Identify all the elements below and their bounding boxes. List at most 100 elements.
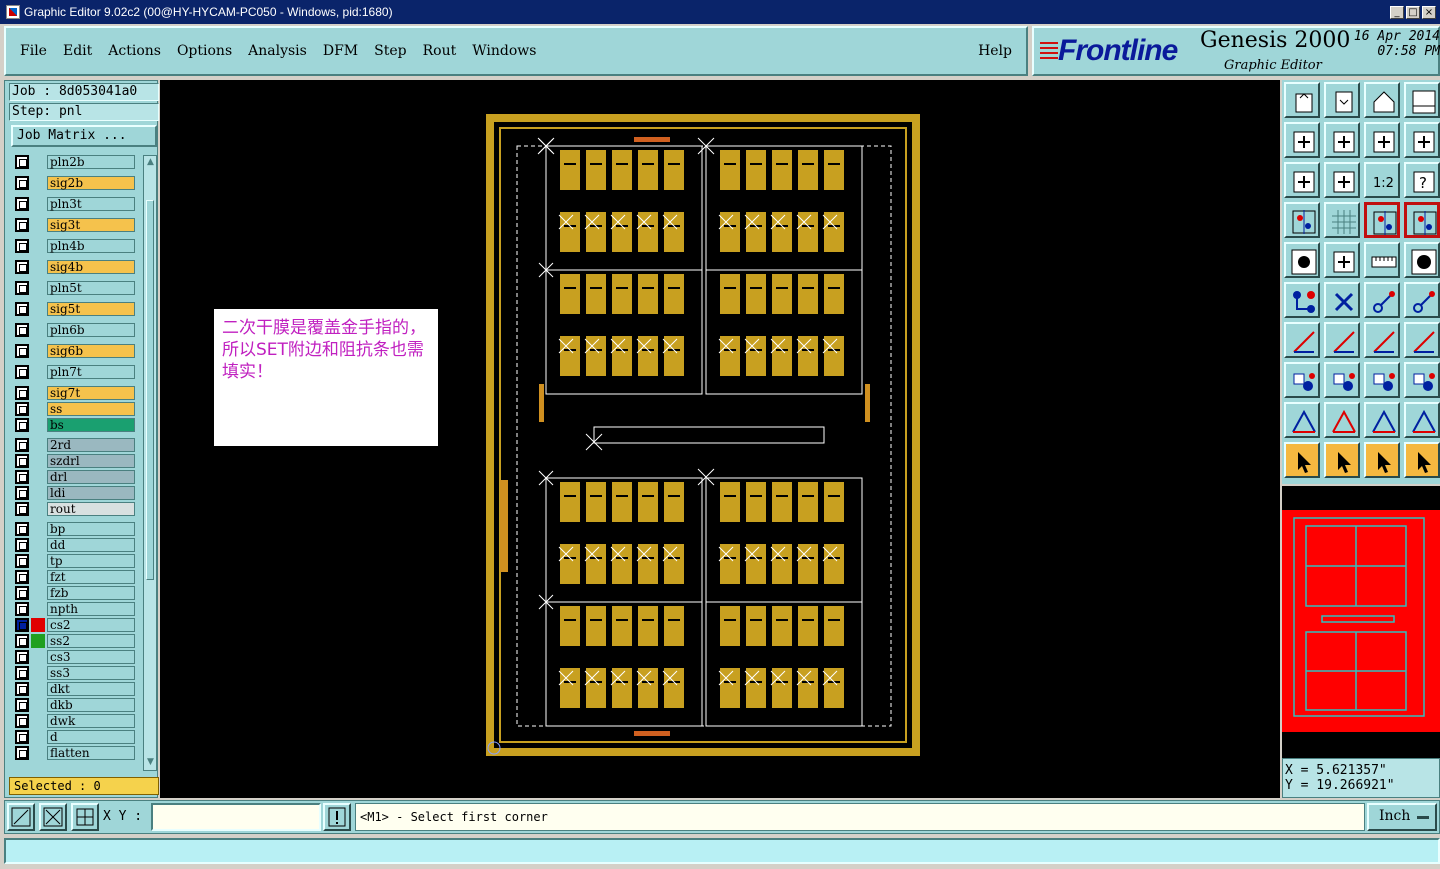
layer-row-sig3t[interactable]: sig3t xyxy=(11,218,135,232)
layer-checkbox[interactable] xyxy=(15,197,29,211)
connect-button[interactable] xyxy=(1284,282,1320,318)
select-box-button[interactable] xyxy=(1324,442,1360,478)
layer-color-swatch[interactable] xyxy=(31,239,45,253)
layer-row-dkb[interactable]: dkb xyxy=(11,698,135,712)
layer-color-swatch[interactable] xyxy=(31,586,45,600)
layer-row-d[interactable]: d xyxy=(11,730,135,744)
scroll-thumb[interactable] xyxy=(146,200,154,580)
layer-scrollbar[interactable]: ▲ ▼ xyxy=(143,155,157,771)
layer-row-tp[interactable]: tp xyxy=(11,554,135,568)
menu-windows[interactable]: Windows xyxy=(464,43,544,59)
maximize-button[interactable]: □ xyxy=(1406,5,1420,19)
layer-row-pln6b[interactable]: pln6b xyxy=(11,323,135,337)
layer-color-swatch[interactable] xyxy=(31,260,45,274)
layer-color-swatch[interactable] xyxy=(31,650,45,664)
pan-right-button[interactable] xyxy=(1324,122,1360,158)
layer-checkbox[interactable] xyxy=(15,323,29,337)
layer-row-sig6b[interactable]: sig6b xyxy=(11,344,135,358)
layer-color-swatch[interactable] xyxy=(31,281,45,295)
arc-red-button[interactable] xyxy=(1284,402,1320,438)
layer-row-dwk[interactable]: dwk xyxy=(11,714,135,728)
repeat-button[interactable] xyxy=(1404,122,1440,158)
layer-name[interactable]: pln4b xyxy=(47,239,135,253)
layer-checkbox[interactable] xyxy=(15,260,29,274)
layer-row-sig4b[interactable]: sig4b xyxy=(11,260,135,274)
layer-name[interactable]: tp xyxy=(47,554,135,568)
layer-color-swatch[interactable] xyxy=(31,682,45,696)
layer-name[interactable]: sig7t xyxy=(47,386,135,400)
layer-row-flatten[interactable]: flatten xyxy=(11,746,135,760)
copy-button[interactable] xyxy=(1404,282,1440,318)
layer-name[interactable]: pln7t xyxy=(47,365,135,379)
layer-row-ss3[interactable]: ss3 xyxy=(11,666,135,680)
select-button[interactable] xyxy=(1284,442,1320,478)
layer-checkbox[interactable] xyxy=(15,618,29,632)
layer-checkbox[interactable] xyxy=(15,438,29,452)
layer-row-cs3[interactable]: cs3 xyxy=(11,650,135,664)
layer-name[interactable]: szdrl xyxy=(47,454,135,468)
cross-button[interactable] xyxy=(1324,282,1360,318)
zoom-area-button[interactable] xyxy=(7,803,35,831)
layer-checkbox[interactable] xyxy=(15,666,29,680)
layer-checkbox[interactable] xyxy=(15,365,29,379)
layer-row-sig5t[interactable]: sig5t xyxy=(11,302,135,316)
layer-color-swatch[interactable] xyxy=(31,634,45,648)
menu-help[interactable]: Help xyxy=(970,43,1026,59)
layer-checkbox[interactable] xyxy=(15,682,29,696)
menu-analysis[interactable]: Analysis xyxy=(240,43,315,59)
layer-color-swatch[interactable] xyxy=(31,402,45,416)
layer-color-swatch[interactable] xyxy=(31,666,45,680)
snap-button[interactable] xyxy=(1364,202,1400,238)
zoom-window-button[interactable] xyxy=(1404,82,1440,118)
layer-row-fzt[interactable]: fzt xyxy=(11,570,135,584)
arc-both-button[interactable] xyxy=(1364,402,1400,438)
layer-row-pln4b[interactable]: pln4b xyxy=(11,239,135,253)
layer-row-cs2[interactable]: cs2 xyxy=(11,618,135,632)
layer-checkbox[interactable] xyxy=(15,554,29,568)
menu-actions[interactable]: Actions xyxy=(100,43,169,59)
layer-name[interactable]: dkt xyxy=(47,682,135,696)
layer-color-swatch[interactable] xyxy=(31,176,45,190)
menu-dfm[interactable]: DFM xyxy=(315,43,366,59)
layer-color-swatch[interactable] xyxy=(31,714,45,728)
layer-checkbox[interactable] xyxy=(15,176,29,190)
layer-color-swatch[interactable] xyxy=(31,344,45,358)
layer-row-fzb[interactable]: fzb xyxy=(11,586,135,600)
rotate-button[interactable] xyxy=(1364,322,1400,358)
layer-row-ldi[interactable]: ldi xyxy=(11,486,135,500)
pad-button[interactable] xyxy=(1284,242,1320,278)
layer-checkbox[interactable] xyxy=(15,402,29,416)
layer-name[interactable]: dd xyxy=(47,538,135,552)
layer-color-swatch[interactable] xyxy=(31,502,45,516)
scroll-up-icon[interactable]: ▲ xyxy=(145,157,156,169)
zoom-home-button[interactable] xyxy=(1284,82,1320,118)
layer-checkbox[interactable] xyxy=(15,538,29,552)
layer-name[interactable]: bs xyxy=(47,418,135,432)
layer-color-swatch[interactable] xyxy=(31,197,45,211)
layer-name[interactable]: sig6b xyxy=(47,344,135,358)
layer-row-bs[interactable]: bs xyxy=(11,418,135,432)
alert-button[interactable] xyxy=(323,803,351,831)
layer-row-pln2b[interactable]: pln2b xyxy=(11,155,135,169)
layer-row-rout[interactable]: rout xyxy=(11,502,135,516)
surface-button[interactable] xyxy=(1284,362,1320,398)
menu-file[interactable]: File xyxy=(6,43,55,59)
angle-button[interactable] xyxy=(1284,322,1320,358)
move-button[interactable] xyxy=(1364,282,1400,318)
layer-name[interactable]: dkb xyxy=(47,698,135,712)
layer-name[interactable]: sig2b xyxy=(47,176,135,190)
layer-name[interactable]: npth xyxy=(47,602,135,616)
select-net-button[interactable] xyxy=(1404,442,1440,478)
layer-name[interactable]: fzt xyxy=(47,570,135,584)
layer-name[interactable]: pln3t xyxy=(47,197,135,211)
layer-name[interactable]: ldi xyxy=(47,486,135,500)
layer-row-dkt[interactable]: dkt xyxy=(11,682,135,696)
measure-tools-button[interactable] xyxy=(1284,202,1320,238)
layer-row-2rd[interactable]: 2rd xyxy=(11,438,135,452)
job-matrix-button[interactable]: Job Matrix ... xyxy=(11,125,157,147)
layer-name[interactable]: sig4b xyxy=(47,260,135,274)
layer-name[interactable]: dwk xyxy=(47,714,135,728)
layer-checkbox[interactable] xyxy=(15,698,29,712)
line-button[interactable] xyxy=(1324,242,1360,278)
snap-center-button[interactable] xyxy=(1404,202,1440,238)
